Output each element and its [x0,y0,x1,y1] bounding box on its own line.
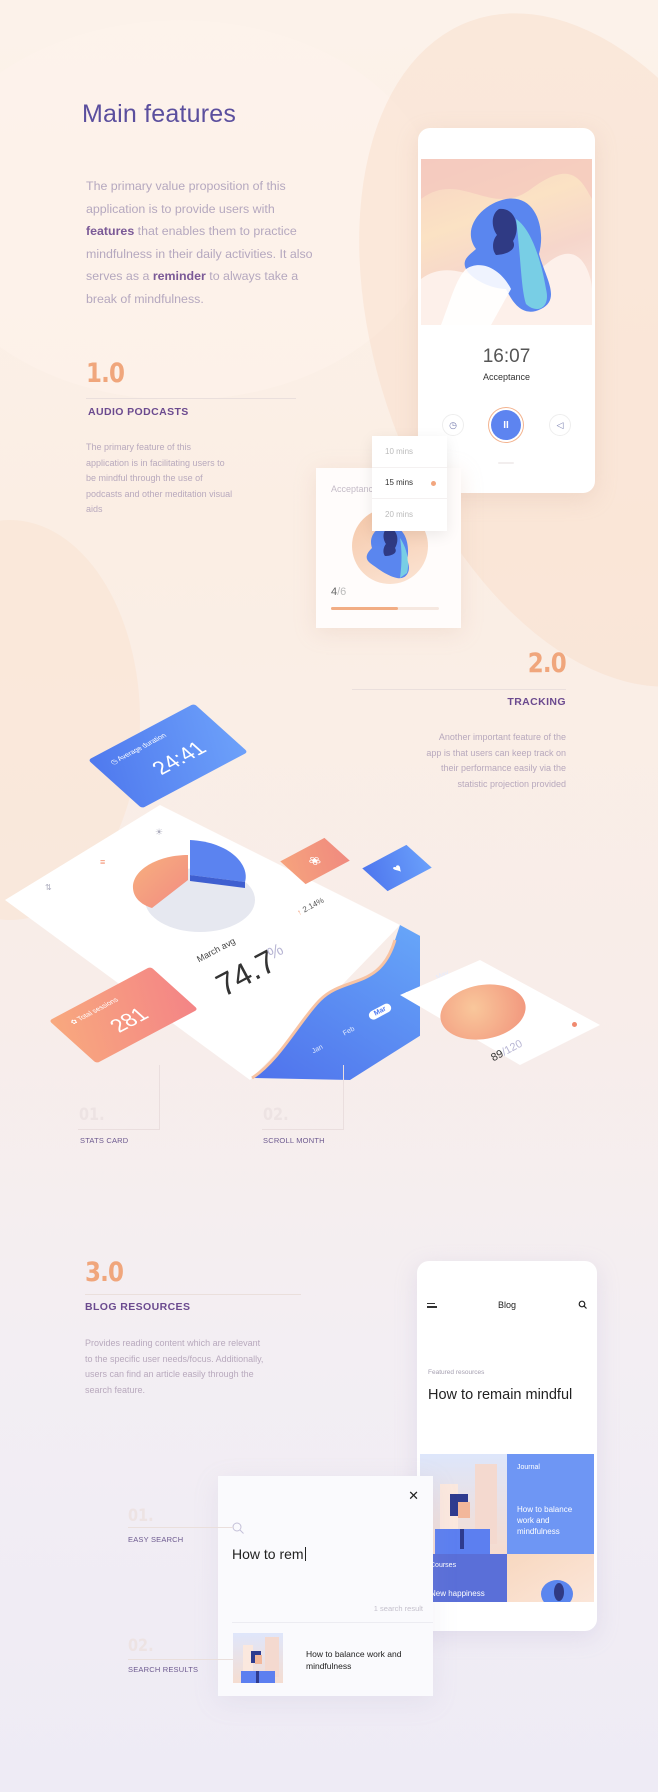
pause-icon: II [503,419,509,431]
search-icon[interactable] [578,1300,587,1309]
search-query: How to rem [232,1546,304,1562]
selected-dot-icon [431,480,436,486]
dashboard-plane: ≡ ☀ ⇅ [5,805,420,1080]
section-description: Provides reading content which are relev… [85,1338,264,1395]
session-progress-fill [331,607,398,610]
article-tag: Journal [517,1464,540,1471]
person-illustration [241,1637,279,1683]
section-title: AUDIO PODCASTS [88,406,189,418]
article-illustration [507,1554,594,1602]
session-count: 4/6 [331,586,346,598]
close-icon[interactable]: ✕ [408,1488,419,1504]
blog-phone: Blog Featured resources How to remain mi… [417,1261,597,1631]
lotus-icon: ❀ [303,852,326,869]
article-tile-courses[interactable]: Courses New happiness [420,1554,507,1602]
total-sessions-value: 281 [104,1003,155,1037]
section-title: BLOG RESOURCES [85,1301,191,1313]
volume-button[interactable]: ◁ [549,414,571,436]
article-tag: Courses [430,1562,457,1569]
blog-title: Blog [497,1300,516,1310]
callout-number: 01. [128,1506,154,1526]
text-cursor [304,1547,306,1561]
divider [352,689,566,690]
callout-label: EASY SEARCH [128,1535,184,1544]
intro-text-part: The primary value proposition of this ap… [86,179,286,216]
article-title: How to balance work and mindfulness [517,1505,573,1536]
duration-option-label: 15 mins [385,478,414,488]
callout-line [128,1659,233,1660]
result-count: 1 search result [373,1604,423,1613]
intro-highlight: features [86,224,135,238]
track-title: Acceptance [482,372,531,382]
meditation-illustration [541,1580,573,1602]
person-illustration [435,1464,497,1554]
status-dot [572,1022,577,1027]
duration-option[interactable]: 20 mins [372,499,447,531]
featured-title[interactable]: How to remain mindful [428,1385,578,1405]
featured-label: Featured resources [428,1369,485,1376]
callout-number: 01. [79,1105,105,1125]
section-description: The primary feature of this application … [86,442,233,514]
elapsed-time: 16:07 [482,346,531,367]
section-title: TRACKING [507,696,566,708]
meditation-illustration [421,159,592,325]
callout-label: STATS CARD [80,1136,129,1145]
intro-text: The primary value proposition of this ap… [86,175,316,310]
section-number: 3.0 [85,1257,124,1288]
duration-menu: 10 mins 15 mins 20 mins [372,436,447,531]
article-illustration [420,1454,507,1554]
callout-label: SEARCH RESULTS [128,1665,199,1674]
section-description: Another important feature of the app is … [426,732,566,789]
article-title: New happiness [430,1589,485,1598]
search-panel: ✕ How to rem 1 search result How to bala… [218,1476,433,1696]
bars-icon: ≡ [100,857,105,867]
divider [85,1294,301,1295]
section-number: 2.0 [527,648,567,679]
result-thumbnail [233,1633,283,1683]
result-title[interactable]: How to balance work and mindfulness [306,1648,416,1672]
session-label: Acceptance [331,484,379,494]
duration-option[interactable]: 10 mins [372,436,447,468]
session-total: /6 [337,586,347,598]
intro-highlight: reminder [152,269,206,283]
hands-heart-icon: ♥ [387,860,407,876]
clock-icon: ◷ [449,419,457,430]
search-input[interactable]: How to rem [232,1546,306,1562]
speaker-icon: ◁ [556,419,564,430]
divider [86,398,296,399]
callout-number: 02. [263,1105,289,1125]
search-icon [232,1522,244,1534]
walk-icon: ☀ [155,827,163,837]
drag-handle[interactable] [498,462,514,464]
session-progress-bar [331,607,439,610]
pause-button[interactable]: II [491,410,521,440]
callout-label: SCROLL MONTH [263,1136,325,1145]
callout-number: 02. [128,1636,154,1656]
article-tile-journal[interactable]: Journal How to balance work and mindfuln… [507,1454,594,1554]
duration-option-selected[interactable]: 15 mins [372,468,447,499]
podcast-artwork [421,159,592,325]
page-title: Main features [82,100,237,128]
section-number: 1.0 [86,358,125,389]
swap-icon: ⇅ [45,883,52,892]
average-duration-value: 24:41 [147,737,212,779]
callout-line [128,1527,233,1528]
divider [232,1622,433,1623]
timer-button[interactable]: ◷ [442,414,464,436]
